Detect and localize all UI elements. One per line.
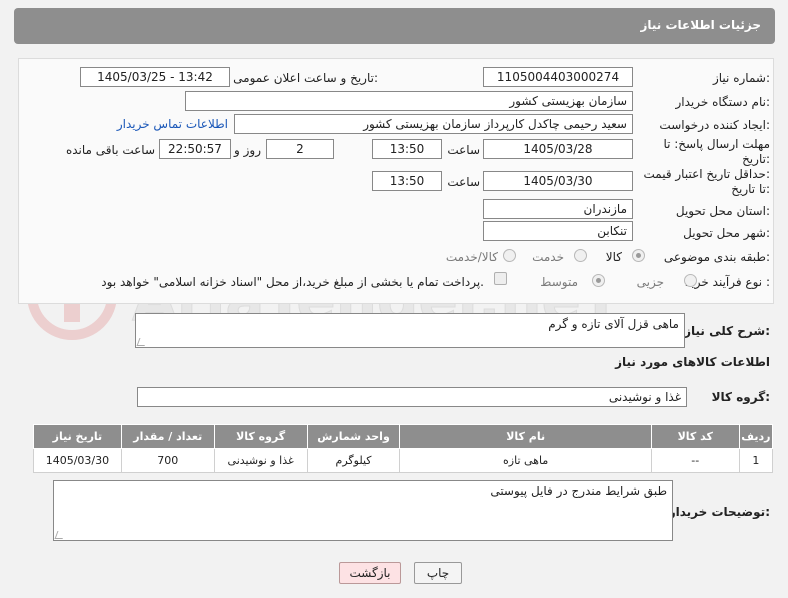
goods-group-label: گروه کالا:: [711, 390, 770, 404]
page-header: جزئیات اطلاعات نیاز: [14, 8, 775, 44]
deadline-label-date: تاریخ:: [742, 152, 770, 166]
payment-note: پرداخت تمام یا بخشی از مبلغ خرید،از محل …: [101, 275, 484, 289]
days-label: روز و: [234, 143, 261, 157]
category-goods-radio[interactable]: [632, 249, 645, 262]
back-button[interactable]: بازگشت: [339, 562, 401, 584]
col-goods-name: نام کالا: [399, 424, 652, 449]
description-field[interactable]: ماهی قزل آلای تازه و گرم: [135, 313, 685, 348]
cell-goods-code: --: [650, 448, 740, 473]
creator-label: ایجاد کننده درخواست:: [659, 118, 770, 132]
category-goods-label: کالا: [605, 250, 622, 264]
process-label: نوع فرآیند خرید :: [685, 275, 770, 289]
description-label: شرح کلی نیاز:: [684, 324, 770, 338]
buyer-org-field[interactable]: سازمان بهزیستی کشور: [185, 91, 633, 111]
print-button[interactable]: چاپ: [414, 562, 462, 584]
cell-quantity: 700: [120, 448, 215, 473]
col-unit: واحد شمارش: [306, 424, 401, 449]
treasury-checkbox[interactable]: [494, 272, 507, 285]
table-header-row: تاریخ نیاز تعداد / مقدار گروه کالا واحد …: [33, 424, 774, 449]
price-validity-time-field[interactable]: 13:50: [372, 171, 442, 191]
category-both-label: کالا/خدمت: [445, 250, 498, 264]
process-minor-label: جزیی: [636, 275, 664, 289]
col-need-date: تاریخ نیاز: [33, 424, 122, 449]
cell-unit: کیلوگرم: [306, 448, 401, 473]
price-validity-time-label: ساعت: [447, 175, 480, 189]
buyer-notes-field[interactable]: طبق شرایط مندرج در فایل پیوستی: [53, 480, 673, 541]
page-title: جزئیات اطلاعات نیاز: [640, 18, 761, 32]
col-goods-group: گروه کالا: [213, 424, 308, 449]
city-field[interactable]: تنکابن: [483, 221, 633, 241]
province-label: استان محل تحویل:: [675, 204, 770, 218]
deadline-time-label: ساعت: [447, 143, 480, 157]
deadline-date-field[interactable]: 1405/03/28: [483, 139, 633, 159]
city-label: شهر محل تحویل:: [683, 226, 770, 240]
price-validity-label: حداقل تاریخ اعتبار قیمت:: [643, 167, 770, 181]
goods-section-title: اطلاعات کالاهای مورد نیاز: [615, 355, 770, 369]
goods-group-field[interactable]: غذا و نوشیدنی: [137, 387, 687, 407]
category-both-radio[interactable]: [503, 249, 516, 262]
price-validity-date-field[interactable]: 1405/03/30: [483, 171, 633, 191]
deadline-label: مهلت ارسال پاسخ: تا: [663, 137, 770, 151]
cell-need-date: 1405/03/30: [33, 448, 122, 473]
cell-goods-name: ماهی تازه: [399, 448, 652, 473]
remaining-time-field[interactable]: 22:50:57: [159, 139, 231, 159]
description-text: ماهی قزل آلای تازه و گرم: [548, 317, 679, 331]
need-number-label: شماره نیاز:: [712, 71, 770, 85]
resize-handle-icon[interactable]: [136, 338, 148, 346]
category-service-label: خدمت: [532, 250, 564, 264]
process-medium-label: متوسط: [540, 275, 578, 289]
announce-field[interactable]: 1405/03/25 - 13:42: [80, 67, 230, 87]
table-row[interactable]: 1405/03/30 700 غذا و نوشیدنی کیلوگرم ماه…: [33, 448, 774, 473]
buyer-notes-text: طبق شرایط مندرج در فایل پیوستی: [490, 484, 667, 498]
cell-goods-group: غذا و نوشیدنی: [213, 448, 308, 473]
buyer-notes-label: توضیحات خریدار:: [668, 505, 770, 519]
creator-field[interactable]: سعید رحیمی چاکدل کارپرداز سازمان بهزیستی…: [234, 114, 633, 134]
price-validity-label-date: تا تاریخ:: [731, 182, 770, 196]
process-minor-radio[interactable]: [684, 274, 697, 287]
category-label: طبقه بندی موضوعی:: [663, 250, 770, 264]
col-quantity: تعداد / مقدار: [120, 424, 215, 449]
buyer-org-label: نام دستگاه خریدار:: [675, 95, 771, 109]
process-medium-radio[interactable]: [592, 274, 605, 287]
deadline-time-field[interactable]: 13:50: [372, 139, 442, 159]
cell-row: 1: [738, 448, 774, 473]
buyer-contact-link[interactable]: اطلاعات تماس خریدار: [117, 117, 228, 131]
province-field[interactable]: مازندران: [483, 199, 633, 219]
category-service-radio[interactable]: [574, 249, 587, 262]
need-number-field[interactable]: 1105004403000274: [483, 67, 633, 87]
goods-table: تاریخ نیاز تعداد / مقدار گروه کالا واحد …: [33, 424, 774, 473]
announce-label: تاریخ و ساعت اعلان عمومی:: [233, 71, 378, 85]
col-row: ردیف: [738, 424, 774, 449]
remaining-label: ساعت باقی مانده: [65, 143, 155, 157]
resize-handle-icon[interactable]: [54, 531, 66, 539]
remaining-days-field[interactable]: 2: [266, 139, 334, 159]
col-goods-code: کد کالا: [650, 424, 740, 449]
